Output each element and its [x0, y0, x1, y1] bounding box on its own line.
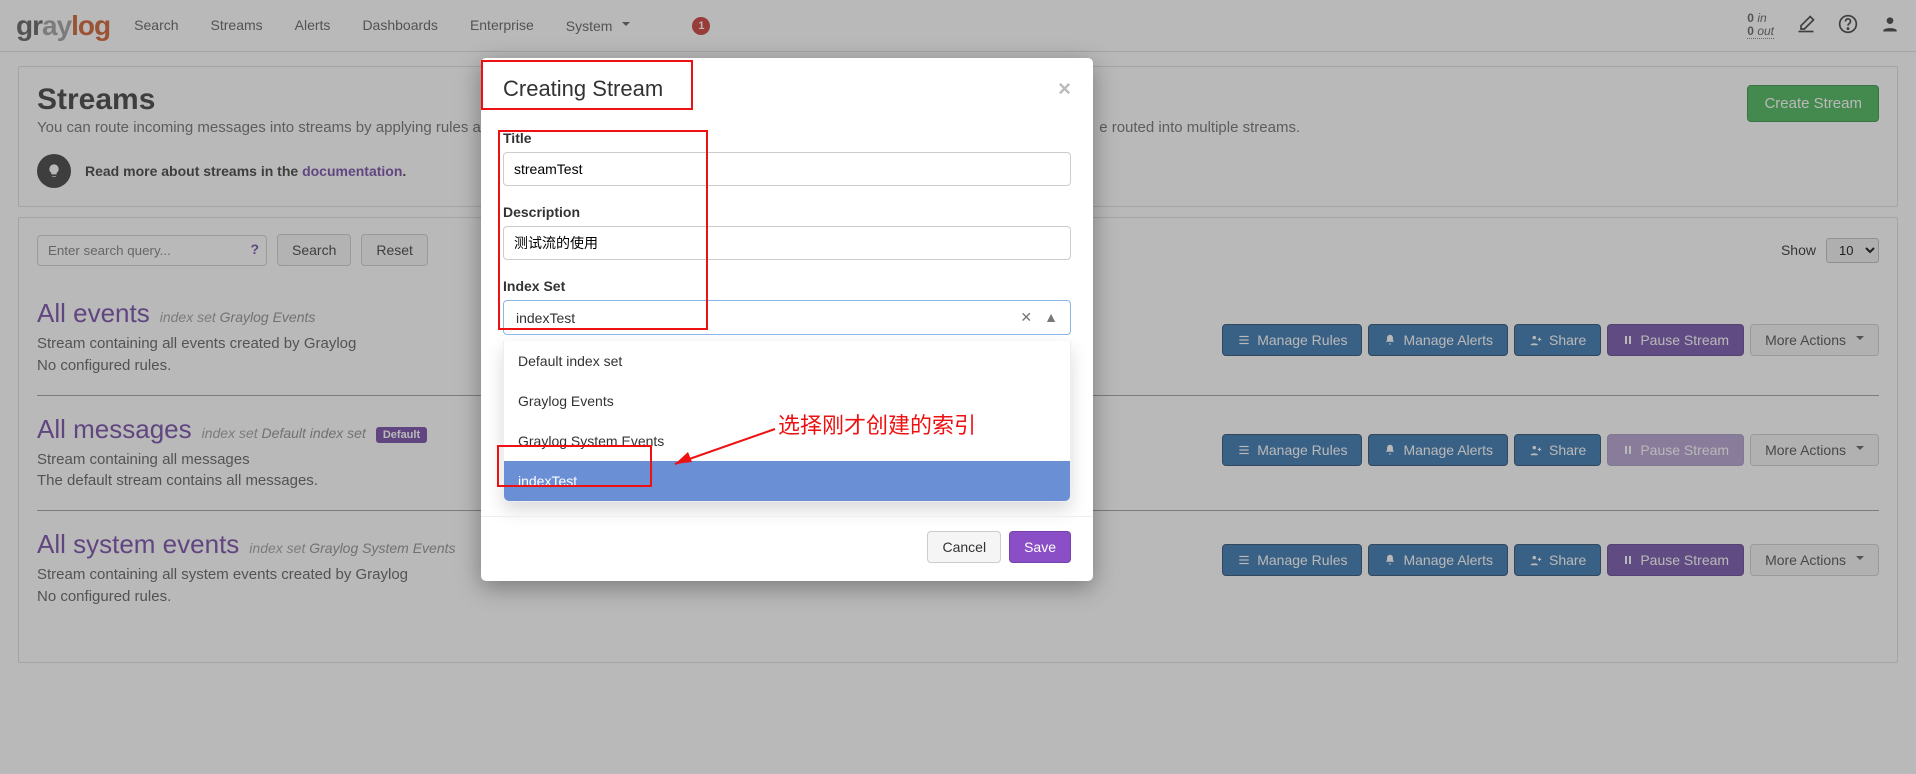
dropdown-option-sysevents[interactable]: Graylog System Events	[504, 421, 1070, 461]
dropdown-option-events[interactable]: Graylog Events	[504, 381, 1070, 421]
chevron-up-icon[interactable]: ▲	[1044, 309, 1058, 326]
modal-title: Creating Stream	[503, 76, 663, 102]
title-input[interactable]	[503, 152, 1071, 186]
save-button[interactable]: Save	[1009, 531, 1071, 563]
title-label: Title	[503, 130, 1071, 146]
index-set-label: Index Set	[503, 278, 1071, 294]
cancel-button[interactable]: Cancel	[927, 531, 1001, 563]
description-label: Description	[503, 204, 1071, 220]
dropdown-option-default[interactable]: Default index set	[504, 341, 1070, 381]
description-input[interactable]	[503, 226, 1071, 260]
close-icon[interactable]: ×	[1058, 76, 1071, 102]
dropdown-option-indextest[interactable]: indexTest	[504, 461, 1070, 501]
creating-stream-modal: Creating Stream × Title Description Inde…	[481, 58, 1093, 581]
index-set-value: indexTest	[516, 310, 1020, 326]
index-set-select[interactable]: indexTest ✕ ▲	[503, 300, 1071, 335]
clear-icon[interactable]: ✕	[1020, 309, 1032, 326]
index-set-dropdown: Default index set Graylog Events Graylog…	[503, 341, 1071, 502]
